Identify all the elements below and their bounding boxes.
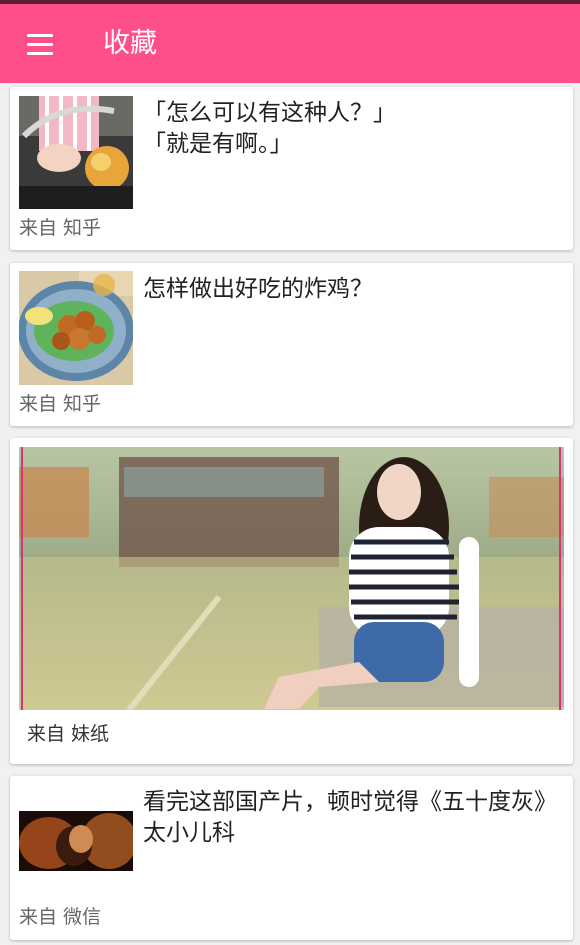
card-headline: 怎样做出好吃的炸鸡？: [143, 276, 373, 302]
card-headline: 「怎么可以有这种人？」 「就是有啊。」: [143, 100, 396, 157]
app-bar: 收藏: [0, 0, 580, 83]
page-title: 收藏: [103, 28, 157, 59]
menu-line: [27, 42, 53, 46]
favorite-card[interactable]: 怎样做出好吃的炸鸡？ 来自 知乎: [10, 263, 573, 426]
fried-chicken-thumbnail: [19, 271, 133, 385]
card-source: 来自 知乎: [19, 393, 102, 415]
menu-line: [27, 51, 53, 55]
hamburger-menu-icon[interactable]: [20, 24, 60, 64]
dishwashing-thumbnail: [19, 96, 133, 209]
card-source: 来自 微信: [19, 906, 102, 928]
favorite-card[interactable]: 来自 妹纸: [10, 438, 573, 764]
movie-thumbnail: [19, 811, 133, 871]
photo-image: [19, 447, 564, 710]
card-source: 来自 知乎: [19, 217, 102, 239]
favorite-card[interactable]: 「怎么可以有这种人？」 「就是有啊。」 来自 知乎: [10, 87, 573, 250]
menu-line: [27, 33, 53, 37]
card-headline: 看完这部国产片，顿时觉得《五十度灰》太小儿科: [143, 789, 557, 846]
card-source: 来自 妹纸: [27, 723, 110, 745]
favorite-card[interactable]: 看完这部国产片，顿时觉得《五十度灰》太小儿科 来自 微信: [10, 776, 573, 940]
